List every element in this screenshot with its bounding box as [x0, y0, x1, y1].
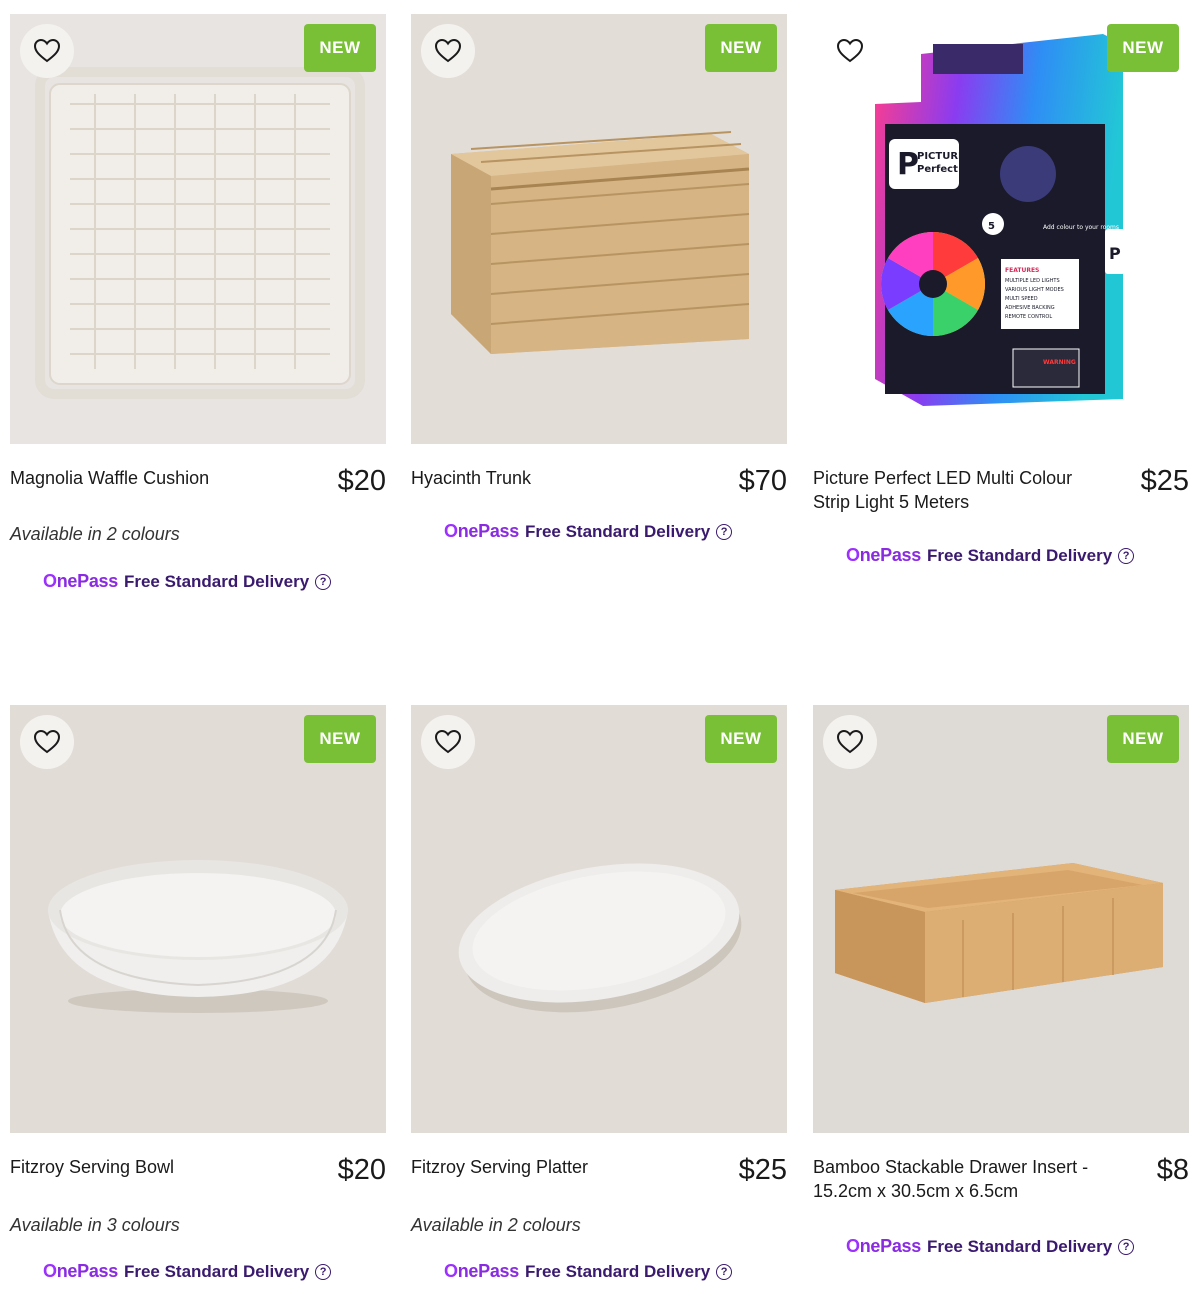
colour-availability: Available in 2 colours — [411, 1215, 581, 1235]
product-card[interactable]: NEW Fitzroy Serving Bowl $20 Available i… — [10, 705, 386, 1303]
product-card[interactable]: P PICTURE Perfect 5 Add colour to your r… — [813, 14, 1189, 614]
delivery-label: Free Standard Delivery — [926, 545, 1113, 565]
onepass-logo: OnePass — [444, 521, 519, 541]
cushion-image — [10, 14, 386, 444]
help-icon[interactable]: ? — [1118, 1238, 1135, 1255]
help-icon[interactable]: ? — [716, 523, 733, 540]
product-title[interactable]: Picture Perfect LED Multi Colour Strip L… — [813, 466, 1103, 514]
heart-icon — [34, 39, 60, 63]
svg-text:P: P — [1109, 244, 1121, 263]
svg-text:MULTIPLE LED LIGHTS: MULTIPLE LED LIGHTS — [1005, 278, 1060, 284]
product-image[interactable]: NEW — [10, 705, 386, 1133]
product-title[interactable]: Hyacinth Trunk — [411, 466, 711, 490]
onepass-delivery[interactable]: OnePass Free Standard Delivery ? — [444, 521, 733, 542]
product-image[interactable]: NEW — [10, 14, 386, 444]
wishlist-button[interactable] — [20, 24, 74, 78]
product-info: Fitzroy Serving Bowl $20 Available in 3 … — [10, 1133, 386, 1303]
onepass-delivery[interactable]: OnePass Free Standard Delivery ? — [846, 545, 1135, 566]
product-image[interactable]: NEW — [813, 705, 1189, 1133]
svg-text:VARIOUS LIGHT MODES: VARIOUS LIGHT MODES — [1005, 287, 1064, 293]
product-card[interactable]: NEW Fitzroy Serving Platter $25 Availabl… — [411, 705, 787, 1303]
delivery-label: Free Standard Delivery — [926, 1236, 1113, 1256]
new-badge: NEW — [705, 715, 777, 763]
heart-icon — [435, 39, 461, 63]
colour-availability: Available in 3 colours — [10, 1215, 180, 1235]
led-box-image: P PICTURE Perfect 5 Add colour to your r… — [813, 14, 1189, 444]
product-card[interactable]: NEW Magnolia Waffle Cushion $20 Availabl… — [10, 14, 386, 614]
product-price: $8 — [1156, 1154, 1189, 1186]
help-icon[interactable]: ? — [1118, 547, 1135, 564]
product-price: $25 — [1140, 465, 1189, 497]
led-box-brand: P PICTURE Perfect — [889, 139, 965, 189]
heart-icon — [837, 730, 863, 754]
svg-text:ADHESIVE BACKING: ADHESIVE BACKING — [1005, 305, 1055, 311]
delivery-label: Free Standard Delivery — [123, 571, 310, 591]
onepass-delivery[interactable]: OnePass Free Standard Delivery ? — [846, 1236, 1135, 1257]
svg-text:REMOTE CONTROL: REMOTE CONTROL — [1005, 314, 1052, 320]
delivery-label: Free Standard Delivery — [123, 1261, 310, 1281]
new-badge: NEW — [1107, 715, 1179, 763]
drawer-insert-image — [813, 705, 1189, 1133]
product-grid: NEW Magnolia Waffle Cushion $20 Availabl… — [0, 0, 1200, 1304]
onepass-delivery[interactable]: OnePass Free Standard Delivery ? — [43, 571, 332, 592]
colour-availability: Available in 2 colours — [10, 524, 180, 544]
onepass-logo: OnePass — [846, 545, 921, 565]
svg-text:FEATURES: FEATURES — [1005, 267, 1039, 274]
svg-text:5: 5 — [988, 221, 995, 232]
product-image[interactable]: NEW — [411, 705, 787, 1133]
heart-icon — [34, 730, 60, 754]
onepass-logo: OnePass — [846, 1236, 921, 1256]
wishlist-button[interactable] — [823, 24, 877, 78]
wishlist-button[interactable] — [823, 715, 877, 769]
wishlist-button[interactable] — [421, 24, 475, 78]
svg-text:MULTI SPEED: MULTI SPEED — [1005, 296, 1038, 302]
product-price: $20 — [337, 1154, 386, 1186]
onepass-logo: OnePass — [43, 571, 118, 591]
new-badge: NEW — [705, 24, 777, 72]
onepass-logo: OnePass — [43, 1261, 118, 1281]
svg-text:WARNING: WARNING — [1043, 359, 1076, 366]
svg-text:P: P — [897, 147, 919, 182]
wishlist-button[interactable] — [20, 715, 74, 769]
svg-text:Perfect: Perfect — [917, 164, 958, 175]
onepass-logo: OnePass — [444, 1261, 519, 1281]
product-info: Magnolia Waffle Cushion $20 Available in… — [10, 444, 386, 614]
onepass-delivery[interactable]: OnePass Free Standard Delivery ? — [43, 1261, 332, 1282]
product-title[interactable]: Magnolia Waffle Cushion — [10, 466, 310, 490]
wishlist-button[interactable] — [421, 715, 475, 769]
help-icon[interactable]: ? — [315, 1263, 332, 1280]
heart-icon — [435, 730, 461, 754]
svg-text:PICTURE: PICTURE — [917, 151, 965, 162]
new-badge: NEW — [1107, 24, 1179, 72]
platter-image — [411, 705, 787, 1133]
product-info: Fitzroy Serving Platter $25 Available in… — [411, 1133, 787, 1303]
product-title[interactable]: Bamboo Stackable Drawer Insert - 15.2cm … — [813, 1155, 1123, 1203]
help-icon[interactable]: ? — [716, 1263, 733, 1280]
product-info: Hyacinth Trunk $70 OnePass Free Standard… — [411, 444, 787, 614]
delivery-label: Free Standard Delivery — [524, 521, 711, 541]
bowl-image — [10, 705, 386, 1133]
help-icon[interactable]: ? — [315, 573, 332, 590]
trunk-image — [411, 14, 787, 444]
product-price: $25 — [738, 1154, 787, 1186]
product-card[interactable]: NEW Bamboo Stackable Drawer Insert - 15.… — [813, 705, 1189, 1303]
product-price: $70 — [738, 465, 787, 497]
product-image[interactable]: NEW — [411, 14, 787, 444]
new-badge: NEW — [304, 715, 376, 763]
delivery-label: Free Standard Delivery — [524, 1261, 711, 1281]
heart-icon — [837, 39, 863, 63]
product-card[interactable]: NEW Hyacinth Trunk $70 OnePass Free Stan… — [411, 14, 787, 614]
product-price: $20 — [337, 465, 386, 497]
product-image[interactable]: P PICTURE Perfect 5 Add colour to your r… — [813, 14, 1189, 444]
onepass-delivery[interactable]: OnePass Free Standard Delivery ? — [444, 1261, 733, 1282]
product-info: Bamboo Stackable Drawer Insert - 15.2cm … — [813, 1133, 1189, 1303]
new-badge: NEW — [304, 24, 376, 72]
product-title[interactable]: Fitzroy Serving Bowl — [10, 1155, 310, 1179]
product-info: Picture Perfect LED Multi Colour Strip L… — [813, 444, 1189, 614]
product-title[interactable]: Fitzroy Serving Platter — [411, 1155, 711, 1179]
